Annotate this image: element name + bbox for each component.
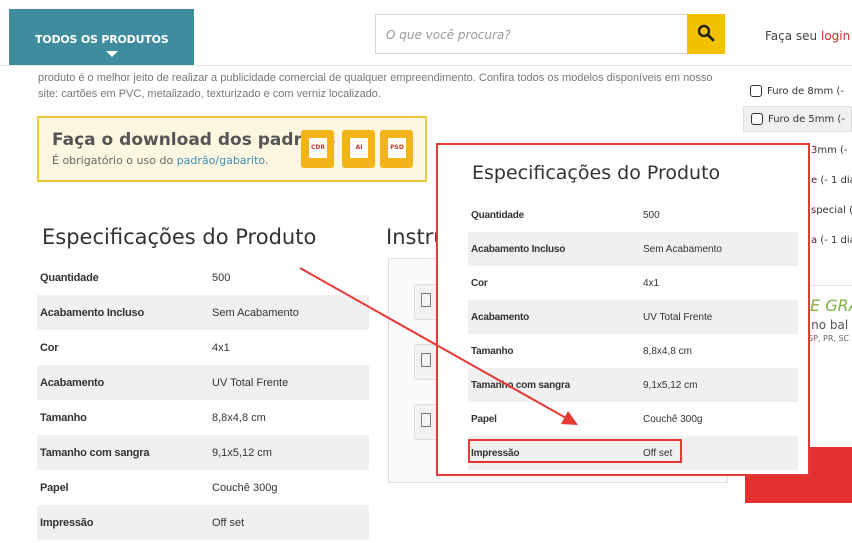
spec-label: Cor — [40, 341, 59, 354]
table-row: Acabamento Incluso Sem Acabamento — [37, 295, 369, 330]
option-label: Furo de 8mm (- — [767, 85, 844, 97]
search-button[interactable] — [687, 14, 725, 54]
spec-value: Sem Acabamento — [212, 306, 299, 319]
spec-value: UV Total Frente — [643, 311, 713, 323]
table-row: Tamanho com sangra 9,1x5,12 cm — [37, 435, 369, 470]
spec-label: Acabamento Incluso — [40, 306, 144, 319]
chevron-down-icon — [106, 51, 118, 57]
spec-value: 8,8x4,8 cm — [643, 345, 692, 357]
ai-icon-label: AI — [350, 138, 368, 158]
template-link[interactable]: padrão/gabarito — [177, 154, 265, 167]
all-products-label: TODOS OS PRODUTOS — [35, 33, 169, 46]
spec-value: Sem Acabamento — [643, 243, 722, 255]
download-title: Faça o download dos padrões — [52, 130, 336, 150]
table-row: Papel Couchê 300g — [468, 402, 798, 436]
download-sub-prefix: É obrigatório o uso do — [52, 154, 177, 167]
login-link[interactable]: login — [821, 29, 850, 43]
option-furo-5mm[interactable]: Furo de 5mm (- — [743, 106, 852, 132]
search-icon — [697, 24, 715, 42]
spec-value: 500 — [643, 209, 660, 221]
spec-label: Acabamento — [40, 376, 105, 389]
spec-value: Off set — [212, 516, 245, 529]
cdr-icon-label: CDR — [309, 138, 327, 158]
table-row: Tamanho com sangra 9,1x5,12 cm — [468, 368, 798, 402]
login-prompt: Faça seu login o — [765, 29, 852, 43]
search-input[interactable] — [386, 25, 686, 45]
psd-icon-label: PSD — [388, 138, 406, 158]
checkbox[interactable] — [750, 85, 762, 97]
option-partial-text: special (- — [811, 205, 852, 216]
states-text: SP, PR, SC — [808, 334, 850, 343]
impressao-highlight-box — [468, 439, 682, 463]
spec-value: 4x1 — [643, 277, 660, 289]
option-furo-8mm[interactable]: Furo de 8mm (- — [743, 78, 852, 104]
product-description: produto é o melhor jeito de realizar a p… — [38, 72, 713, 100]
ai-file-icon[interactable]: AI — [342, 130, 375, 168]
psd-file-icon[interactable]: PSD — [380, 130, 413, 168]
table-row: Acabamento Incluso Sem Acabamento — [468, 232, 798, 266]
table-row: Acabamento UV Total Frente — [468, 300, 798, 334]
table-row: Quantidade 500 — [468, 198, 798, 232]
table-row: Papel Couchê 300g — [37, 470, 369, 505]
spec-value: 500 — [212, 271, 231, 284]
spec-label: Acabamento Incluso — [471, 243, 566, 255]
table-row: Tamanho 8,8x4,8 cm — [37, 400, 369, 435]
spec-label: Quantidade — [471, 209, 525, 221]
option-label: Furo de 5mm (- — [768, 113, 845, 125]
spec-label: Quantidade — [40, 271, 99, 284]
document-icon — [421, 413, 431, 427]
all-products-button[interactable]: TODOS OS PRODUTOS — [9, 9, 194, 65]
table-row: Cor 4x1 — [468, 266, 798, 300]
spec-label: Impressão — [40, 516, 94, 529]
search-bar — [375, 14, 725, 54]
spec-label: Papel — [471, 413, 497, 425]
table-row: Quantidade 500 — [37, 260, 369, 295]
table-row: Impressão Off set — [37, 505, 369, 540]
spec-label: Tamanho — [40, 411, 87, 424]
spec-label: Tamanho com sangra — [40, 446, 150, 459]
login-prefix: Faça seu — [765, 29, 821, 43]
overlay-title: Especificações do Produto — [472, 162, 721, 184]
download-subtitle: É obrigatório o uso do padrão/gabarito. — [52, 154, 268, 167]
overlay-specs-table: Quantidade 500 Acabamento Incluso Sem Acab… — [468, 198, 798, 470]
top-header: TODOS OS PRODUTOS Faça seu login o — [0, 0, 852, 66]
table-row: Acabamento UV Total Frente — [37, 365, 369, 400]
option-partial-text: a (- 1 dia) — [811, 235, 852, 246]
spec-value: 4x1 — [212, 341, 230, 354]
spec-label: Tamanho — [471, 345, 514, 357]
cdr-file-icon[interactable]: CDR — [301, 130, 334, 168]
download-templates-box: Faça o download dos padrões É obrigatóri… — [37, 116, 427, 182]
table-row: Cor 4x1 — [37, 330, 369, 365]
specs-table: Quantidade 500 Acabamento Incluso Sem Acab… — [37, 260, 369, 540]
specs-zoom-overlay: Especificações do Produto Quantidade 500 … — [436, 143, 810, 476]
spec-label: Acabamento — [471, 311, 530, 323]
spec-value: UV Total Frente — [212, 376, 289, 389]
document-icon — [421, 353, 431, 367]
option-partial-text: e (- 1 dia) — [811, 175, 852, 186]
spec-value: 9,1x5,12 cm — [643, 379, 698, 391]
spec-value: Couchê 300g — [212, 481, 278, 494]
spec-value: 8,8x4,8 cm — [212, 411, 266, 424]
spec-value: Couchê 300g — [643, 413, 703, 425]
spec-label: Papel — [40, 481, 69, 494]
download-sub-suffix: . — [264, 154, 269, 167]
document-icon — [421, 293, 431, 307]
option-partial-text: 3mm (- — [811, 145, 848, 156]
checkbox[interactable] — [751, 113, 763, 125]
spec-label: Tamanho com sangra — [471, 379, 571, 391]
spec-label: Cor — [471, 277, 488, 289]
specs-title: Especificações do Produto — [42, 225, 317, 249]
spec-value: 9,1x5,12 cm — [212, 446, 272, 459]
table-row: Tamanho 8,8x4,8 cm — [468, 334, 798, 368]
free-shipping-text: E GRÁ — [810, 296, 852, 315]
